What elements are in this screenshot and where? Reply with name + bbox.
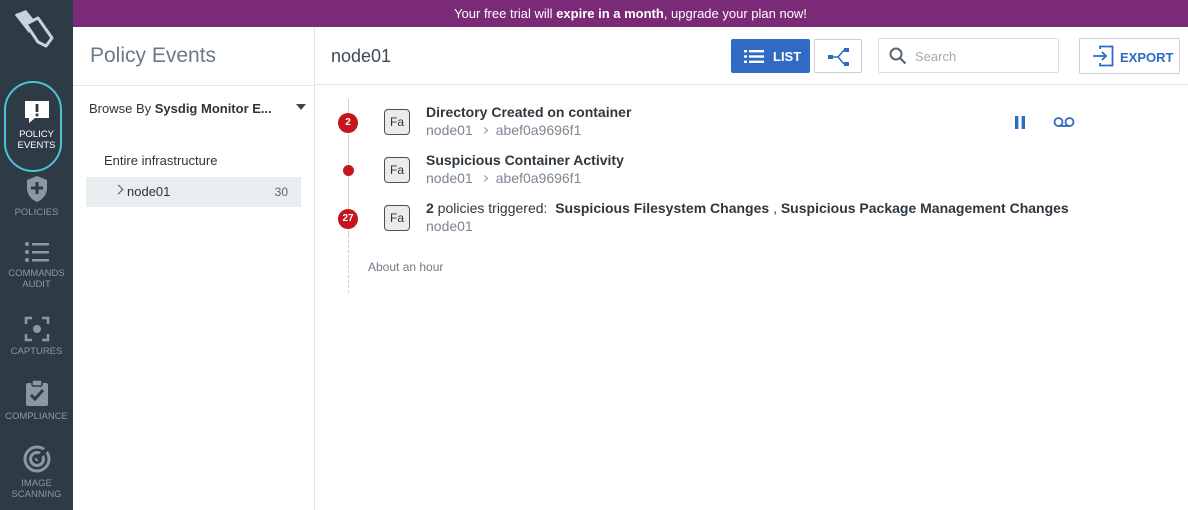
sysdig-logo-icon[interactable] <box>12 8 58 50</box>
banner-text-post: , upgrade your plan now! <box>663 6 807 21</box>
main-header: node01 LIST Search EXPORT <box>315 27 1188 85</box>
event-title[interactable]: Directory Created on container <box>426 104 631 120</box>
nav-label: POLICIES <box>14 207 59 218</box>
nav-label: COMMANDS <box>8 268 65 279</box>
nav-label: EVENTS <box>17 140 56 151</box>
tree-node-node01[interactable]: node01 30 <box>86 177 301 207</box>
nav-label: SCANNING <box>11 489 62 500</box>
banner-text-bold: expire in a month <box>556 6 664 21</box>
policy-name[interactable]: Suspicious Package Management Changes <box>781 200 1069 216</box>
event-scope: node01 abef0a9696f1 <box>426 170 581 186</box>
events-timeline: 2 Fa Directory Created on container node… <box>315 85 1188 510</box>
falco-icon: Fa <box>384 109 410 135</box>
policy-events-icon <box>24 101 49 123</box>
nav-label: AUDIT <box>22 279 51 290</box>
browse-by-dropdown[interactable]: Browse By Sysdig Monitor E... <box>89 101 299 116</box>
chevron-down-icon[interactable] <box>296 104 306 110</box>
policies-triggered-label: policies triggered: <box>433 200 548 216</box>
nav-policy-events[interactable]: POLICY EVENTS <box>0 99 73 151</box>
chevron-right-icon[interactable] <box>113 184 124 195</box>
export-button[interactable]: EXPORT <box>1079 38 1180 74</box>
event-title[interactable]: Suspicious Container Activity <box>426 152 624 168</box>
nav-compliance[interactable]: COMPLIANCE <box>0 379 73 422</box>
page-title: Policy Events <box>90 44 217 67</box>
policy-separator: , <box>773 200 777 216</box>
falco-icon: Fa <box>384 157 410 183</box>
event-count-badge: 2 <box>338 113 358 133</box>
chevron-right-icon <box>480 174 488 183</box>
policy-name[interactable]: Suspicious Filesystem Changes <box>555 200 769 216</box>
capture-icon <box>24 316 49 342</box>
pause-icon[interactable] <box>1014 116 1026 129</box>
nav-label: POLICY <box>19 129 54 140</box>
app-root: POLICY EVENTS POLICIES COMMANDS AUDIT CA… <box>0 0 1188 510</box>
event-container[interactable]: abef0a9696f1 <box>496 122 582 138</box>
chevron-right-icon <box>480 126 488 135</box>
event-host[interactable]: node01 <box>426 218 473 234</box>
event-group-title[interactable]: 2 policies triggered: Suspicious Filesys… <box>426 200 1069 216</box>
left-navigation: POLICY EVENTS POLICIES COMMANDS AUDIT CA… <box>0 0 73 510</box>
list-icon <box>744 50 764 63</box>
nav-policies[interactable]: POLICIES <box>0 175 73 218</box>
nav-image-scanning[interactable]: IMAGE SCANNING <box>0 444 73 500</box>
event-scope: node01 <box>426 218 473 234</box>
search-box[interactable] <box>878 38 1059 73</box>
event-host[interactable]: node01 <box>426 170 473 186</box>
list-icon <box>24 242 49 262</box>
event-scope: node01 abef0a9696f1 <box>426 122 581 138</box>
search-icon <box>889 47 907 65</box>
tree-node-count: 30 <box>274 185 288 199</box>
nav-commands-audit[interactable]: COMMANDS AUDIT <box>0 240 73 290</box>
event-host[interactable]: node01 <box>426 122 473 138</box>
clipboard-check-icon <box>25 379 48 406</box>
time-group-label: About an hour <box>368 260 444 274</box>
policy-count: 2 <box>426 200 434 216</box>
graph-view-icon <box>828 48 849 66</box>
main-title: node01 <box>331 46 392 66</box>
trial-banner[interactable]: Your free trial will expire in a month, … <box>73 0 1188 27</box>
browse-by-label: Browse By <box>89 101 155 116</box>
banner-text-pre: Your free trial will <box>454 6 557 21</box>
export-button-label: EXPORT <box>1120 50 1174 65</box>
nav-captures[interactable]: CAPTURES <box>0 316 73 357</box>
export-icon <box>1093 45 1114 67</box>
nav-label: COMPLIANCE <box>5 411 68 422</box>
timeline-line-dashed <box>348 235 349 293</box>
event-container[interactable]: abef0a9696f1 <box>496 170 582 186</box>
list-button-label: LIST <box>773 49 802 64</box>
scan-icon <box>23 445 50 473</box>
voicemail-icon[interactable] <box>1053 116 1075 128</box>
nav-label: IMAGE <box>21 478 52 489</box>
browse-by-value: Sysdig Monitor E... <box>154 101 272 116</box>
falco-icon: Fa <box>384 205 410 231</box>
divider <box>73 85 315 86</box>
tree-root-entire-infrastructure[interactable]: Entire infrastructure <box>104 153 217 168</box>
event-dot <box>343 165 354 176</box>
browse-panel: Policy Events Browse By Sysdig Monitor E… <box>73 27 315 510</box>
search-input[interactable] <box>915 47 1050 65</box>
nav-label: CAPTURES <box>10 346 63 357</box>
shield-plus-icon <box>26 176 47 202</box>
list-view-button[interactable]: LIST <box>731 39 810 73</box>
graph-view-button[interactable] <box>814 39 862 73</box>
tree-node-label: node01 <box>127 184 171 199</box>
event-count-badge: 27 <box>338 209 358 229</box>
